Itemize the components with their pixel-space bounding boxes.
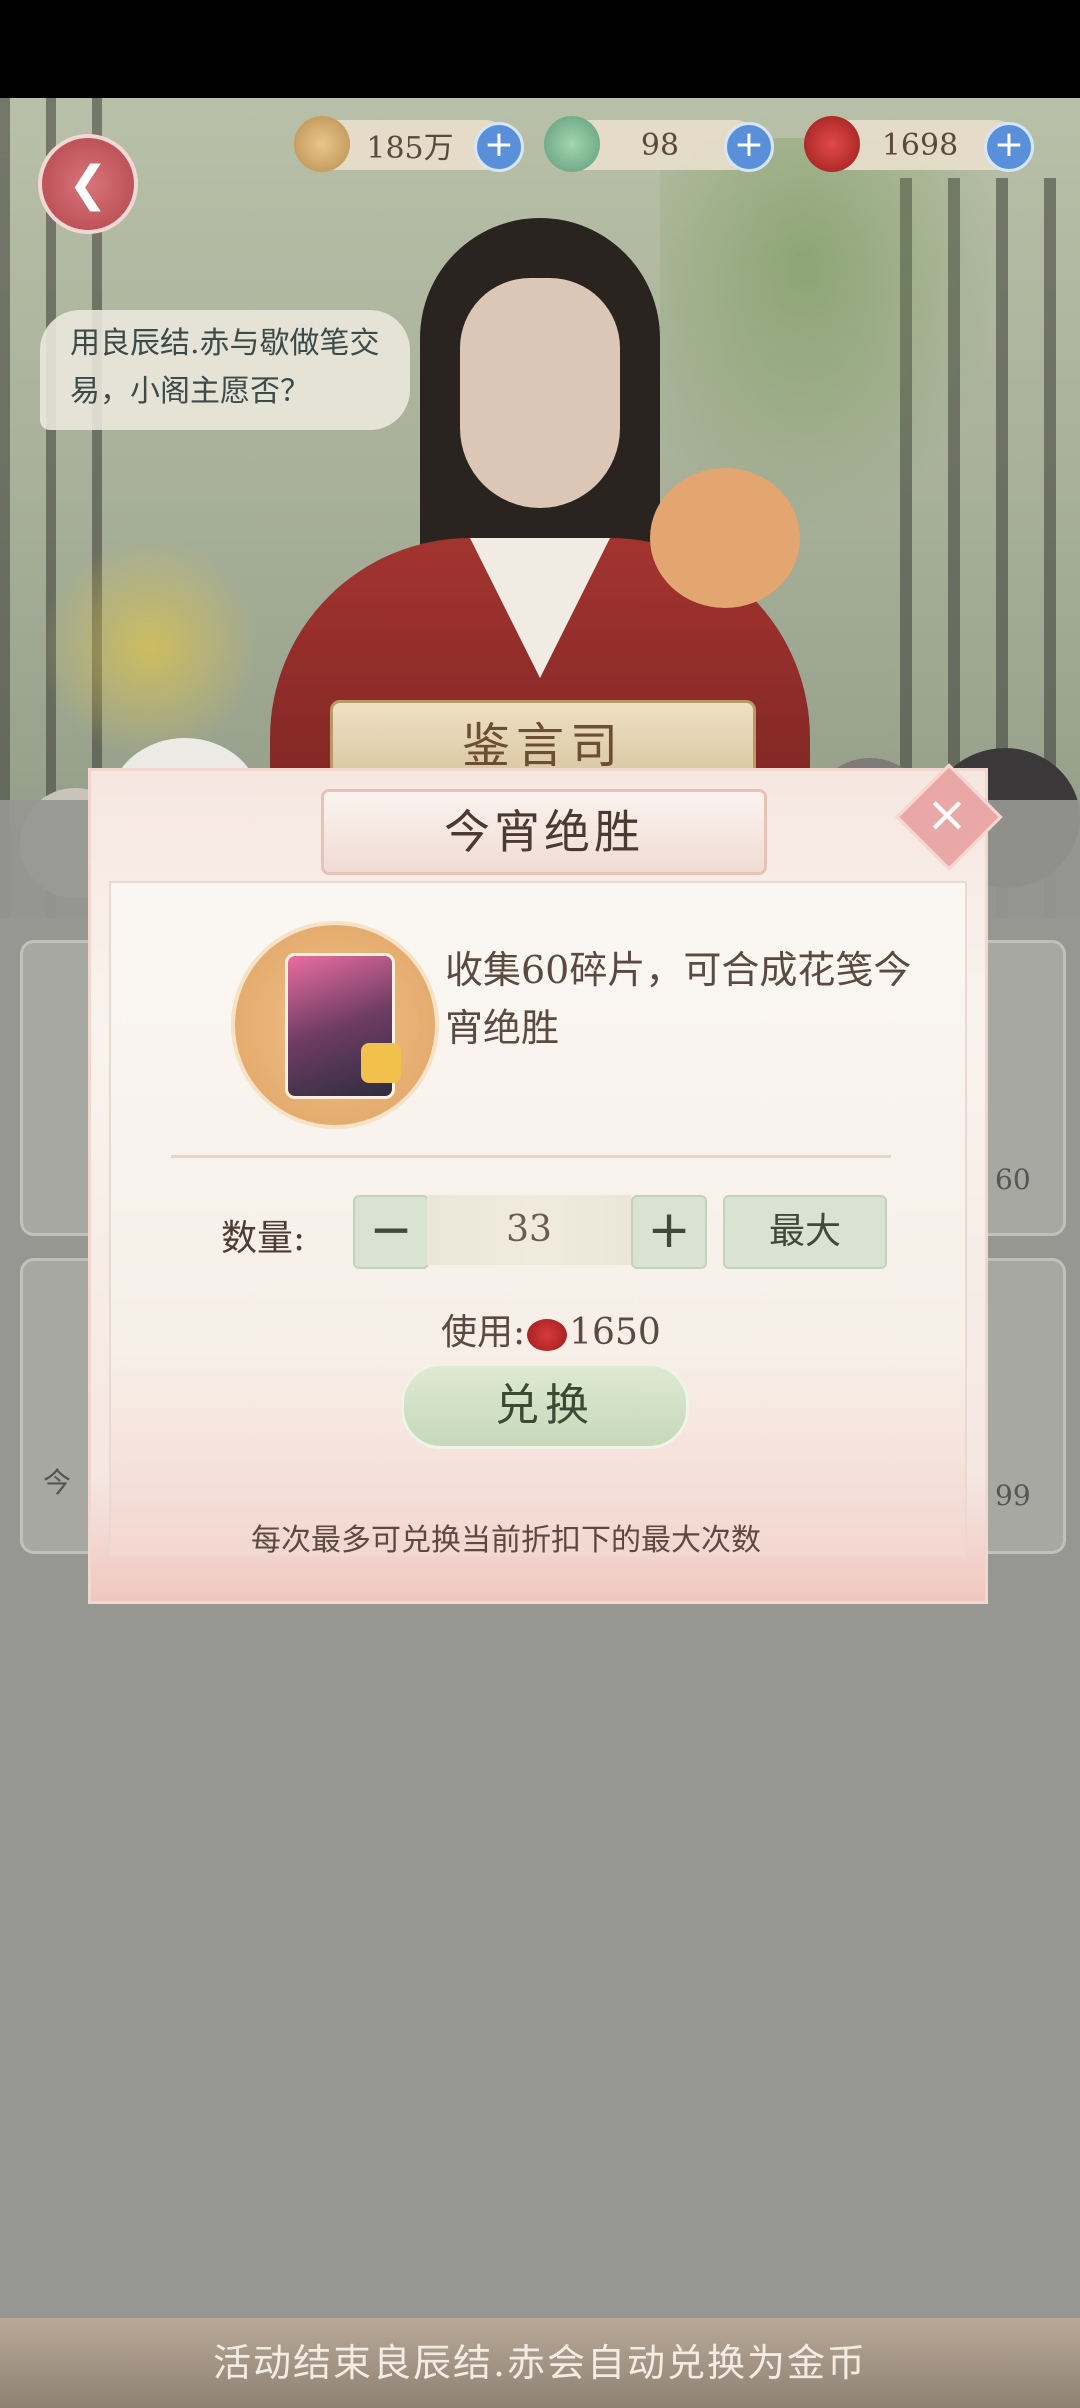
jade-icon (544, 116, 600, 172)
close-icon[interactable]: × (917, 781, 977, 847)
exchange-dialog: 今宵绝胜 × 收集60碎片，可合成花笺今宵绝胜 数量: − 33 + 最大 使用… (88, 763, 1003, 1604)
back-arrow-icon: ❮ (67, 156, 109, 212)
character-face (460, 278, 620, 508)
quantity-label: 数量: (221, 1218, 306, 1259)
cost-line: 使用: 1650 (441, 1303, 741, 1355)
add-seal-button[interactable]: + (984, 122, 1034, 172)
resource-jade: 98 + (544, 116, 774, 172)
speech-bubble: 用良辰结.赤与歇做笔交易，小阁主愿否？ (40, 310, 410, 430)
jade-value: 98 (640, 127, 680, 163)
cost-prefix: 使用: (441, 1312, 526, 1353)
puzzle-piece-icon (361, 1043, 401, 1083)
yellow-blossom (20, 518, 280, 778)
quantity-field[interactable]: 33 (427, 1195, 631, 1265)
add-coins-button[interactable]: + (474, 122, 524, 172)
decrease-button[interactable]: − (353, 1195, 429, 1269)
card-value: 60 (995, 1163, 1031, 1196)
increase-button[interactable]: + (631, 1195, 707, 1269)
item-frame (231, 921, 439, 1129)
back-button[interactable]: ❮ (38, 134, 138, 234)
resource-seal: 1698 + (804, 116, 1034, 172)
cost-value: 1650 (569, 1312, 661, 1353)
card-label: 今 (43, 1466, 72, 1499)
max-button[interactable]: 最大 (723, 1195, 887, 1269)
seal-value: 1698 (881, 127, 959, 163)
red-seal-icon (527, 1319, 568, 1351)
cat-orange (650, 468, 800, 608)
add-jade-button[interactable]: + (724, 122, 774, 172)
exchange-note: 每次最多可兑换当前折扣下的最大次数 (251, 1523, 761, 1558)
dialog-title: 今宵绝胜 (321, 789, 767, 875)
divider (171, 1155, 891, 1158)
paw-coin-icon (294, 116, 350, 172)
card-value: 99 (995, 1479, 1031, 1512)
resource-coins: 185万 + (294, 116, 524, 172)
exchange-button[interactable]: 兑换 (401, 1363, 689, 1449)
bottom-banner: 活动结束良辰结.赤会自动兑换为金币 (0, 2318, 1080, 2408)
item-description: 收集60碎片，可合成花笺今宵绝胜 (445, 948, 912, 1050)
red-seal-icon (804, 116, 860, 172)
status-bar (0, 0, 1080, 98)
coins-value: 185万 (366, 131, 454, 166)
